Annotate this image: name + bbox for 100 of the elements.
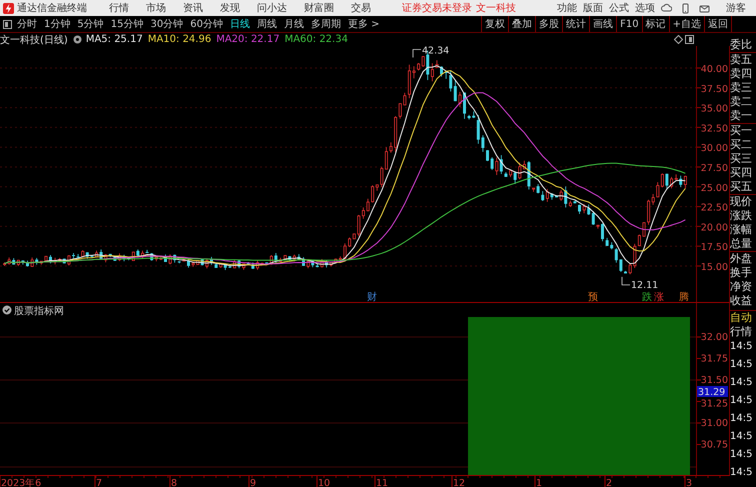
quote-label: 净资 xyxy=(730,280,753,294)
candlestick xyxy=(210,256,213,266)
trade-time: 14:5 xyxy=(730,448,754,462)
candlestick xyxy=(596,224,600,230)
settings-icon[interactable] xyxy=(72,35,82,44)
candlestick xyxy=(642,222,646,237)
period-tab[interactable]: 周线 xyxy=(256,17,277,31)
indicator-axis-label: 31.50 xyxy=(700,375,728,386)
top-menu-item[interactable]: 功能 xyxy=(557,1,577,15)
user-name[interactable]: 游客 xyxy=(726,1,746,15)
menu-item[interactable]: 发现 xyxy=(220,1,240,15)
event-marker: 涨 xyxy=(654,292,664,302)
candlestick xyxy=(206,258,208,269)
date-axis-label: 7 xyxy=(96,478,102,487)
indicator-name: 股票指标网 xyxy=(14,306,64,317)
period-tab[interactable]: 月线 xyxy=(284,17,304,31)
quote-label: 买五 xyxy=(730,180,753,194)
period-tab[interactable]: 更多 > xyxy=(348,17,380,31)
trade-time: 14:5 xyxy=(730,430,754,444)
period-tab[interactable]: 5分钟 xyxy=(77,17,104,31)
leader-line xyxy=(412,49,422,58)
panel-toggle-icon[interactable] xyxy=(3,20,12,28)
period-tab[interactable]: 日线 xyxy=(230,17,250,31)
indicator-axis-label: 31.25 xyxy=(700,398,728,410)
quote-label: 卖一 xyxy=(730,109,753,123)
candlestick xyxy=(624,270,627,274)
candlestick xyxy=(390,142,392,154)
quote-label: 收益 xyxy=(730,294,753,308)
quote-label: 买四 xyxy=(730,166,753,180)
menu-item[interactable]: 财富圈 xyxy=(304,1,334,15)
candlestick xyxy=(458,91,462,108)
menu-item[interactable]: 交易 xyxy=(351,1,371,15)
top-menu-item[interactable]: 选项 xyxy=(635,1,655,15)
trade-time: 14:5 xyxy=(730,394,754,408)
price-axis-label: 30.00 xyxy=(700,143,728,154)
price-axis-label: 40.00 xyxy=(700,64,728,75)
quote-label: 外盘 xyxy=(730,251,756,266)
section-label: 行情 xyxy=(730,325,753,338)
ma-value: MA10: 24.96 xyxy=(148,34,212,45)
menu-item[interactable]: 市场 xyxy=(146,1,166,15)
period-tab[interactable]: 多周期 xyxy=(310,17,341,31)
candlestick xyxy=(320,258,324,268)
quote-label: 卖五 xyxy=(730,52,756,67)
candlestick xyxy=(601,222,604,242)
top-menu-item[interactable]: 公式 xyxy=(609,1,629,15)
date-axis-label: 2 xyxy=(606,478,612,487)
trade-time: 14:5 xyxy=(730,358,754,372)
quote-label: 买一 xyxy=(730,123,756,138)
candlestick xyxy=(187,258,190,268)
period-tab[interactable]: 30分钟 xyxy=(150,17,184,31)
phone-icon[interactable] xyxy=(680,2,691,14)
trade-time: 14:5 xyxy=(730,340,754,354)
ma-value: MA5: 25.17 xyxy=(86,34,143,45)
price-axis-label: 35.00 xyxy=(700,104,728,115)
candlestick xyxy=(164,254,167,262)
candlestick xyxy=(72,252,75,259)
period-tab[interactable]: 分时 xyxy=(17,17,37,31)
trade-time: 14:5 xyxy=(730,466,754,480)
price-axis-label: 25.00 xyxy=(700,182,728,194)
indicator-axis-label: 32.00 xyxy=(700,332,728,343)
price-axis-label: 15.00 xyxy=(700,262,728,273)
candlestick xyxy=(366,198,370,212)
date-axis-label: 11 xyxy=(376,478,388,487)
candlestick xyxy=(49,254,52,264)
date-axis-label: 12 xyxy=(453,478,466,487)
ma-value: MA60: 22.34 xyxy=(284,34,348,45)
price-axis-label: 17.50 xyxy=(700,242,728,254)
logo-icon xyxy=(3,2,14,14)
period-tab[interactable]: 15分钟 xyxy=(110,17,144,31)
date-axis-label: 8 xyxy=(171,478,178,487)
date-axis-label: 9 xyxy=(250,478,256,487)
quote-label: 换手 xyxy=(730,266,753,280)
menu-item[interactable]: 问小达 xyxy=(257,1,287,15)
diamond-icon[interactable] xyxy=(674,35,694,44)
top-menu-item[interactable]: 版面 xyxy=(583,1,603,15)
quote-label: 卖二 xyxy=(730,95,753,109)
cloud-icon[interactable] xyxy=(661,2,672,14)
price-axis-label: 22.50 xyxy=(700,202,728,214)
quote-label: 涨跌 xyxy=(730,209,753,223)
period-tab[interactable]: 1分钟 xyxy=(44,17,70,31)
high-price-label: 42.34 xyxy=(422,46,450,56)
candlestick xyxy=(463,92,466,120)
menu-item[interactable]: 资讯 xyxy=(183,1,203,15)
candlestick xyxy=(578,204,581,214)
indicator-axis-label: 31.75 xyxy=(700,354,728,364)
quote-label: 卖三 xyxy=(730,81,753,95)
leader-line xyxy=(622,276,630,286)
price-axis-label: 27.50 xyxy=(700,163,728,174)
trade-time: 14:5 xyxy=(730,412,754,426)
candlestick xyxy=(436,60,438,68)
menu-item[interactable]: 行情 xyxy=(109,1,129,15)
candlestick xyxy=(325,260,328,268)
event-marker: 财 xyxy=(367,292,377,302)
candlestick xyxy=(160,256,162,261)
stock-name-link[interactable]: 文一科技 xyxy=(476,1,516,15)
date-axis-label: 2023年6 xyxy=(1,478,42,487)
message-icon[interactable] xyxy=(699,2,710,14)
candlestick xyxy=(44,256,48,262)
period-tab[interactable]: 60分钟 xyxy=(190,17,223,31)
quote-label: 现价 xyxy=(730,194,756,209)
